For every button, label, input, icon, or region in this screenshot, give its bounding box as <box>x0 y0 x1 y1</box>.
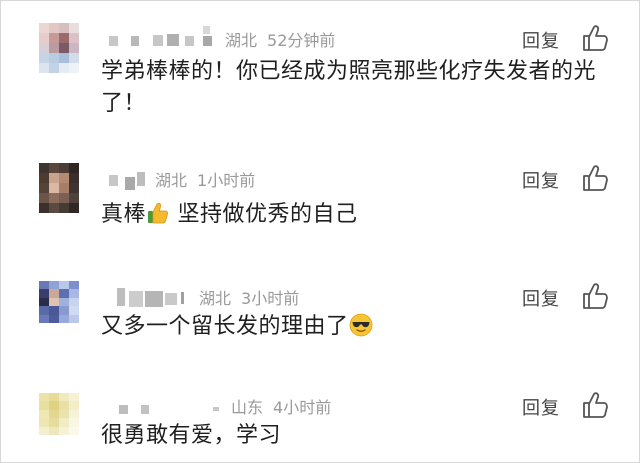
comment-time: 3小时前 <box>241 289 300 308</box>
comment-time: 1小时前 <box>197 171 256 190</box>
comment-content: 学弟棒棒的！你已经成为照亮那些化疗失发者的光 了！ <box>101 56 621 120</box>
comment-location: 湖北 <box>199 289 232 308</box>
comment-text: 又多一个留长发的理由了 <box>101 314 349 339</box>
username-redacted[interactable] <box>105 26 215 46</box>
comment-time: 52分钟前 <box>267 31 336 50</box>
comment-location: 湖北 <box>155 171 188 190</box>
comment-list: 湖北 52分钟前 回复 学弟棒棒的！你已经成为照亮那些化疗失发者的光 了！ 湖北… <box>0 0 640 463</box>
reply-button[interactable]: 回复 <box>522 394 560 420</box>
username-redacted[interactable] <box>105 288 189 307</box>
like-thumbs-up-icon[interactable] <box>581 281 611 311</box>
comment-text-line: 了！ <box>101 91 147 116</box>
username-redacted[interactable] <box>105 172 145 190</box>
comment-time: 4小时前 <box>273 398 332 417</box>
comment-content: 很勇敢有爱，学习 <box>101 420 621 452</box>
comment-text-line: 学弟棒棒的！你已经成为照亮那些化疗失发者的光 <box>101 59 597 84</box>
like-thumbs-up-icon[interactable] <box>581 23 611 53</box>
avatar[interactable] <box>39 163 79 213</box>
comment-location: 山东 <box>231 398 264 417</box>
reply-button[interactable]: 回复 <box>522 27 560 53</box>
comment-meta: 湖北 52分钟前 <box>105 26 336 50</box>
comment-text: 坚持做优秀的自己 <box>177 202 358 227</box>
sunglasses-face-emoji-icon <box>349 313 372 337</box>
comment-meta: 山东 4小时前 <box>105 395 331 417</box>
avatar[interactable] <box>39 23 79 73</box>
comment-content: 真棒 坚持做优秀的自己 <box>101 199 621 231</box>
comment-text: 真棒 <box>101 202 147 227</box>
reply-button[interactable]: 回复 <box>522 285 560 311</box>
username-redacted[interactable] <box>105 399 221 414</box>
comment-meta: 湖北 1小时前 <box>105 168 255 190</box>
avatar[interactable] <box>39 281 79 323</box>
avatar[interactable] <box>39 393 79 435</box>
comment-location: 湖北 <box>225 31 258 50</box>
like-thumbs-up-icon[interactable] <box>581 163 611 193</box>
thumbs-up-emoji-icon <box>148 202 169 224</box>
comment-meta: 湖北 3小时前 <box>105 286 299 308</box>
like-thumbs-up-icon[interactable] <box>581 390 611 420</box>
comment-text: 很勇敢有爱，学习 <box>101 423 282 448</box>
reply-button[interactable]: 回复 <box>522 167 560 193</box>
comment-content: 又多一个留长发的理由了 <box>101 311 621 343</box>
